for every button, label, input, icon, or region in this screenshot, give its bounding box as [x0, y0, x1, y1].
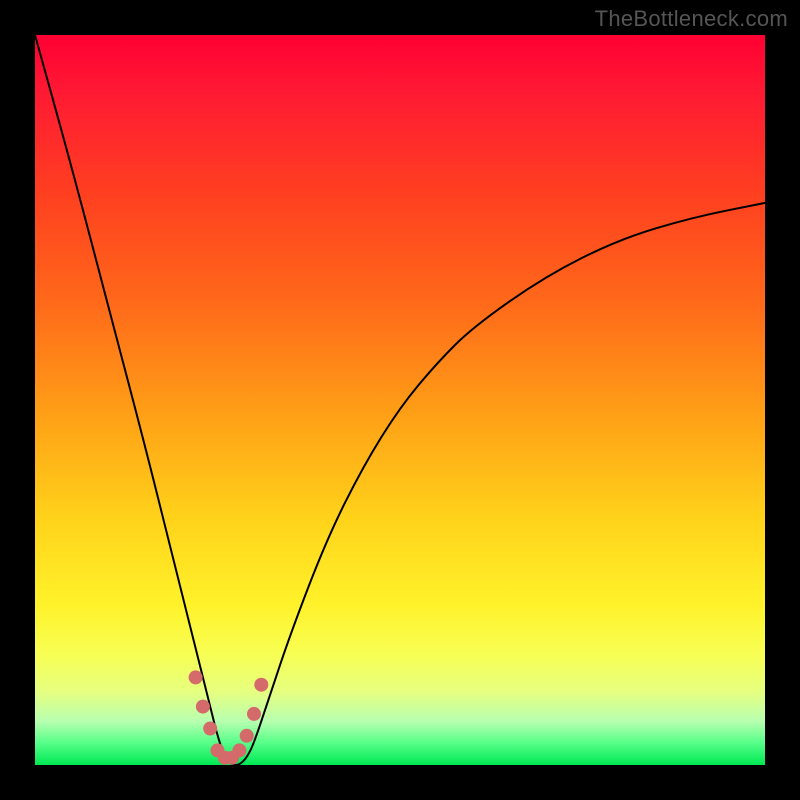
- marker-dot: [196, 700, 210, 714]
- plot-area: [35, 35, 765, 765]
- series-container: [35, 35, 765, 765]
- marker-dot: [203, 722, 217, 736]
- watermark-text: TheBottleneck.com: [595, 6, 788, 32]
- curve-path: [35, 35, 765, 765]
- marker-dot: [247, 707, 261, 721]
- marker-dot: [189, 670, 203, 684]
- marker-dot: [254, 678, 268, 692]
- chart-svg: [35, 35, 765, 765]
- chart-frame: TheBottleneck.com: [0, 0, 800, 800]
- marker-dot: [232, 743, 246, 757]
- marker-dot: [240, 729, 254, 743]
